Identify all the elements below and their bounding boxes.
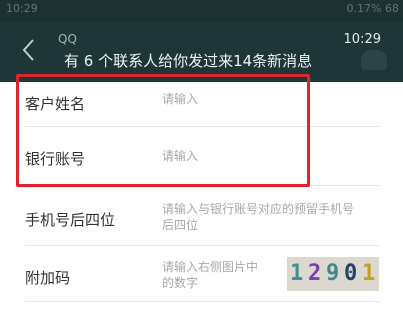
captcha-image[interactable]: 1 2 9 0 1: [287, 257, 379, 291]
back-arrow-icon[interactable]: [20, 38, 38, 62]
captcha-label: 附加码: [25, 269, 71, 287]
notification-time: 10:29: [343, 32, 381, 47]
status-bar: 10:29 0.17% 68: [0, 0, 403, 22]
status-right: 0.17% 68: [347, 2, 399, 15]
avatar: [361, 50, 387, 70]
captcha-digit: 1: [290, 261, 304, 286]
notification-message[interactable]: 有 6 个联系人给你发过来14条新消息: [64, 50, 312, 71]
network-speed: 0.17%: [346, 2, 382, 15]
battery-level: 68: [385, 2, 399, 15]
notification-app-name: QQ: [58, 32, 77, 46]
captcha-hint-line1: 请输入右侧图片中: [162, 260, 259, 274]
phone-hint-line2: 后四位: [162, 218, 199, 232]
captcha-digit: 2: [308, 261, 322, 286]
captcha-hint[interactable]: 请输入右侧图片中 的数字: [162, 259, 258, 291]
captcha-hint-line2: 的数字: [162, 276, 199, 290]
captcha-digit: 9: [326, 261, 340, 286]
status-time: 10:29: [6, 2, 38, 15]
app-header: QQ 有 6 个联系人给你发过来14条新消息 10:29: [0, 22, 403, 82]
phone-last4-label: 手机号后四位: [25, 211, 116, 229]
captcha-digit: 1: [362, 261, 376, 286]
highlight-box: [16, 74, 310, 187]
row-phone-last4[interactable]: 手机号后四位 请输入与银行账号对应的预留手机号 后四位: [25, 186, 379, 246]
phone-hint-line1: 请输入与银行账号对应的预留手机号: [162, 202, 355, 216]
captcha-digit: 0: [344, 261, 358, 286]
phone-last4-hint[interactable]: 请输入与银行账号对应的预留手机号 后四位: [162, 201, 354, 233]
